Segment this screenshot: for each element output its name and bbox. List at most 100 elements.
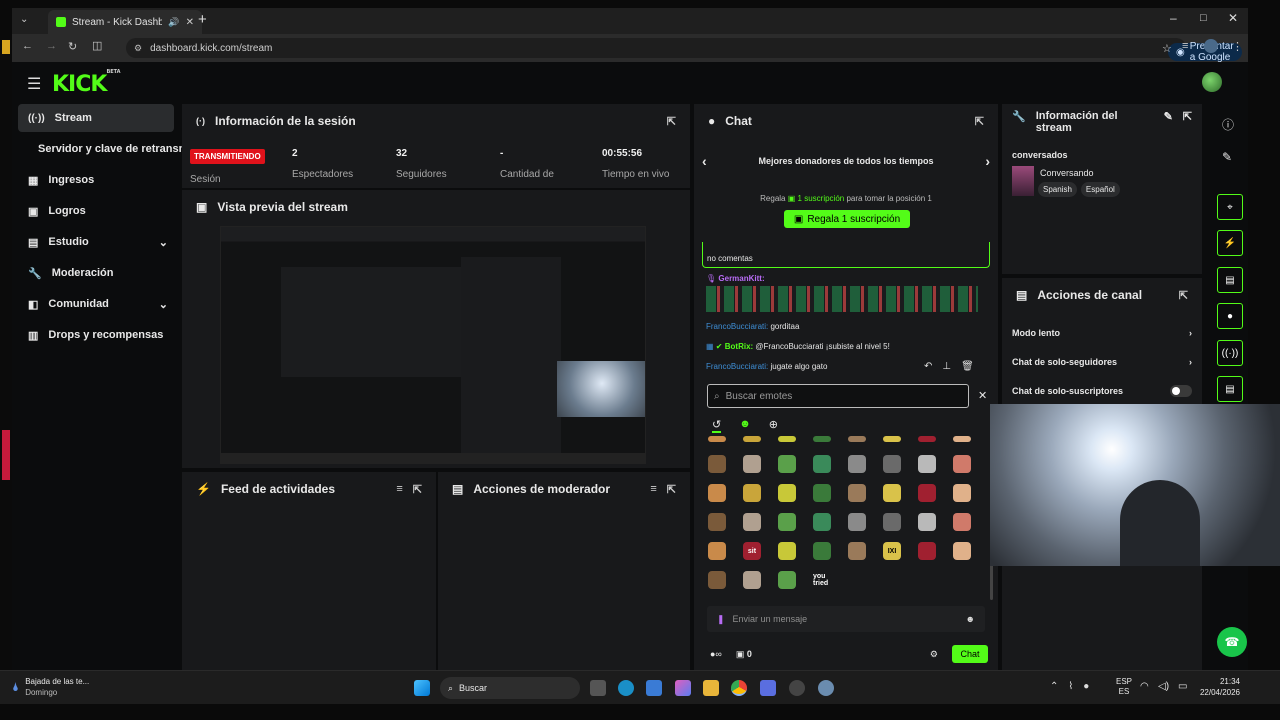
forward-icon[interactable]: → — [46, 40, 57, 52]
edit-pencil-icon[interactable]: ✎ — [1222, 150, 1232, 164]
emote-tile[interactable] — [883, 513, 901, 531]
emote-tile[interactable] — [708, 542, 726, 560]
rail-button-list[interactable]: ▤ — [1217, 267, 1243, 293]
emote-tile[interactable] — [953, 455, 971, 473]
global-emotes-icon[interactable]: ⊕ — [769, 418, 778, 433]
browser-menu-icon[interactable]: ⋮ — [1232, 40, 1243, 53]
webcam-overlay[interactable] — [990, 404, 1280, 566]
gift-icon[interactable]: ▣ 0 — [736, 649, 752, 660]
rail-button-broadcast[interactable]: ((·)) — [1217, 340, 1243, 366]
filter-icon[interactable]: ≡ — [396, 483, 402, 495]
filter-icon[interactable]: ≡ — [650, 483, 656, 495]
sidebar-item-comunidad[interactable]: ◧ Comunidad ⌄ — [18, 290, 174, 318]
chrome-icon[interactable] — [731, 680, 747, 696]
close-icon[interactable]: ✕ — [978, 389, 987, 402]
emote-search-input[interactable]: ⌕ Buscar emotes — [707, 384, 969, 408]
settings-app-icon[interactable] — [818, 680, 834, 696]
info-icon[interactable]: ⓘ — [1222, 116, 1234, 133]
emote-tile[interactable] — [848, 455, 866, 473]
chat-username[interactable]: FrancoBucciarati: — [706, 362, 768, 371]
copilot-icon[interactable] — [675, 680, 691, 696]
emote-tile[interactable] — [778, 571, 796, 589]
emote-tile[interactable] — [708, 436, 726, 442]
sidebar-item-drops[interactable]: ▥ Drops y recompensas — [18, 321, 174, 349]
edge-browser-icon[interactable] — [618, 680, 634, 696]
user-avatar[interactable] — [1202, 72, 1222, 92]
window-minimize-button[interactable]: – — [1170, 11, 1177, 25]
chat-username[interactable]: GermanKitt: — [718, 274, 764, 283]
kick-logo[interactable]: KICKBETA — [52, 69, 121, 97]
emote-tile[interactable] — [813, 542, 831, 560]
delete-icon[interactable]: 🗑 — [961, 361, 974, 372]
microphone-icon[interactable]: ● — [1083, 681, 1089, 692]
tab-close-icon[interactable]: ✕ — [186, 17, 194, 28]
emote-tile[interactable] — [848, 513, 866, 531]
rail-button-actions[interactable]: ▤ — [1217, 376, 1243, 402]
window-maximize-button[interactable]: □ — [1200, 12, 1207, 24]
emoji-icon[interactable]: ☻ — [966, 614, 975, 624]
emote-tile[interactable] — [883, 455, 901, 473]
tag-chip[interactable]: Spanish — [1038, 182, 1077, 197]
back-icon[interactable]: ← — [22, 40, 33, 52]
emote-tile[interactable] — [743, 436, 761, 442]
emote-tile[interactable] — [708, 484, 726, 502]
emote-tile[interactable] — [778, 436, 796, 442]
language-indicator[interactable]: ESP ES — [1116, 677, 1132, 697]
emote-tile[interactable] — [743, 571, 761, 589]
edit-pencil-icon[interactable]: ✎ — [1164, 110, 1173, 123]
emote-tile[interactable] — [953, 542, 971, 560]
emote-tile[interactable] — [743, 513, 761, 531]
emote-tile[interactable] — [883, 484, 901, 502]
tag-chip[interactable]: Español — [1080, 182, 1120, 197]
sidebar-item-moderacion[interactable]: 🔧 Moderación — [18, 259, 174, 287]
points-infinity-icon[interactable]: ●∞ — [710, 649, 722, 659]
emote-tile[interactable] — [778, 513, 796, 531]
battery-icon[interactable]: ▭ — [1178, 681, 1187, 692]
emote-tile[interactable]: sit — [743, 542, 761, 560]
window-close-button[interactable]: ✕ — [1228, 11, 1238, 25]
emote-tile[interactable] — [848, 484, 866, 502]
emote-tile[interactable] — [813, 484, 831, 502]
popout-icon[interactable]: ⇱ — [413, 483, 422, 496]
media-controls-icon[interactable]: ≡ — [1182, 40, 1188, 52]
emote-tile[interactable] — [778, 542, 796, 560]
gift-sub-button[interactable]: ▣ Regala 1 suscripción — [784, 210, 910, 228]
tray-chevron-up-icon[interactable]: ⌃ — [1050, 681, 1058, 692]
chat-username[interactable]: FrancoBucciarati: — [706, 322, 768, 331]
emote-tile[interactable] — [778, 455, 796, 473]
emote-tile[interactable] — [883, 436, 901, 442]
profile-avatar-icon[interactable] — [1204, 39, 1218, 53]
chat-send-button[interactable]: Chat — [952, 645, 988, 663]
taskbar-search[interactable]: ⌕ Buscar — [440, 677, 580, 699]
chat-username[interactable]: BotRix: — [725, 342, 753, 351]
emote-tile[interactable] — [918, 542, 936, 560]
settings-gear-icon[interactable]: ⚙ — [930, 649, 938, 660]
emote-tile[interactable]: IXI — [883, 542, 901, 560]
action-slow-mode[interactable]: Modo lento › — [1012, 328, 1192, 338]
emote-tile[interactable] — [953, 484, 971, 502]
sidebar-item-estudio[interactable]: ▤ Estudio ⌄ — [18, 228, 174, 256]
tab-audio-icon[interactable]: 🔊 — [168, 17, 179, 28]
sidebar-item-ingresos[interactable]: ▦ Ingresos — [18, 166, 174, 194]
emote-tile[interactable] — [708, 571, 726, 589]
pin-icon[interactable]: ⊥ — [942, 361, 951, 372]
sidebar-item-stream[interactable]: ((·)) Stream — [18, 104, 174, 132]
kick-emotes-icon[interactable]: ☻ — [739, 418, 751, 433]
emote-tile[interactable] — [918, 513, 936, 531]
message-input[interactable]: ❚ Enviar un mensaje ☻ — [707, 606, 985, 632]
emote-tile[interactable] — [918, 455, 936, 473]
emote-tile[interactable] — [813, 455, 831, 473]
emote-tile[interactable] — [743, 484, 761, 502]
rail-button-lightning[interactable]: ⚡ — [1217, 230, 1243, 256]
emote-tile[interactable] — [848, 436, 866, 442]
popout-icon[interactable]: ⇱ — [1183, 110, 1192, 123]
weather-widget[interactable]: 🌢 Bajada de las te... Domingo — [12, 676, 89, 698]
app-icon[interactable] — [760, 680, 776, 696]
emote-tile[interactable] — [953, 513, 971, 531]
new-tab-button[interactable]: + — [198, 11, 207, 28]
action-followers-only[interactable]: Chat de solo-seguidores › — [1012, 357, 1192, 367]
chevron-right-icon[interactable]: › — [985, 153, 990, 169]
popout-icon[interactable]: ⇱ — [975, 115, 984, 128]
file-explorer-icon[interactable] — [703, 680, 719, 696]
site-info-icon[interactable]: ⚙ — [134, 43, 142, 54]
